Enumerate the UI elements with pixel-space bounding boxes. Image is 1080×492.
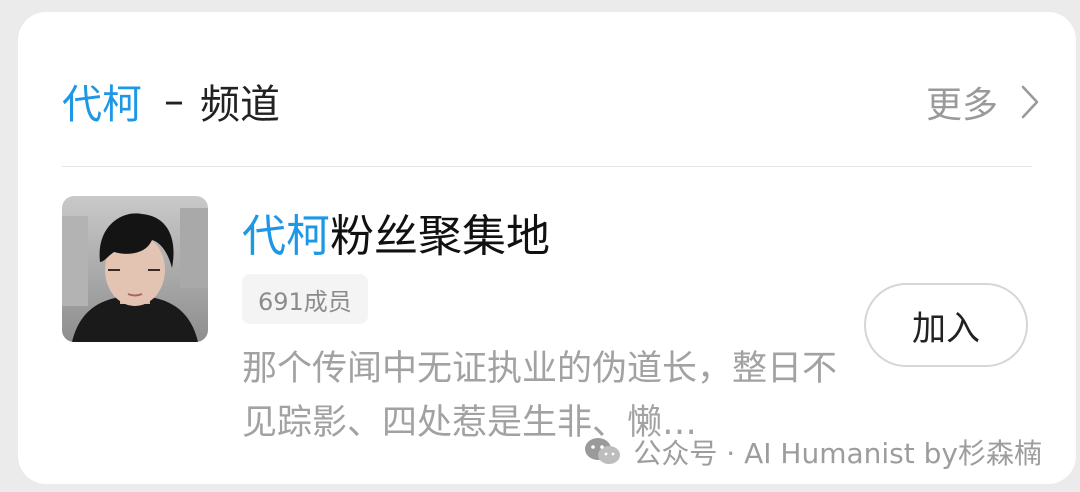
watermark-text: 公众号 · AI Humanist by杉森楠 <box>633 437 1042 470</box>
channel-name[interactable]: 代柯粉丝聚集地 <box>242 200 550 264</box>
channel-card: 代柯 – 频道 更多 代柯粉丝聚集地 691成员 那个传闻中无证执业的伪道长，整… <box>18 12 1076 484</box>
member-count-badge: 691成员 <box>242 274 368 324</box>
divider <box>62 166 1032 167</box>
wechat-icon <box>583 435 623 469</box>
more-link[interactable]: 更多 <box>926 76 1040 128</box>
channel-name-keyword: 代柯 <box>242 211 330 262</box>
title-separator: – <box>164 78 184 124</box>
search-keyword: 代柯 <box>62 82 142 128</box>
chevron-right-icon <box>1020 84 1040 120</box>
section-title: 代柯 – 频道 <box>62 72 280 130</box>
section-title-label: 频道 <box>200 82 280 128</box>
more-label: 更多 <box>925 85 998 126</box>
join-button[interactable]: 加入 <box>864 283 1028 367</box>
channel-name-rest: 粉丝聚集地 <box>330 211 550 262</box>
channel-avatar[interactable] <box>62 196 208 342</box>
watermark: 公众号 · AI Humanist by杉森楠 <box>583 430 1042 474</box>
